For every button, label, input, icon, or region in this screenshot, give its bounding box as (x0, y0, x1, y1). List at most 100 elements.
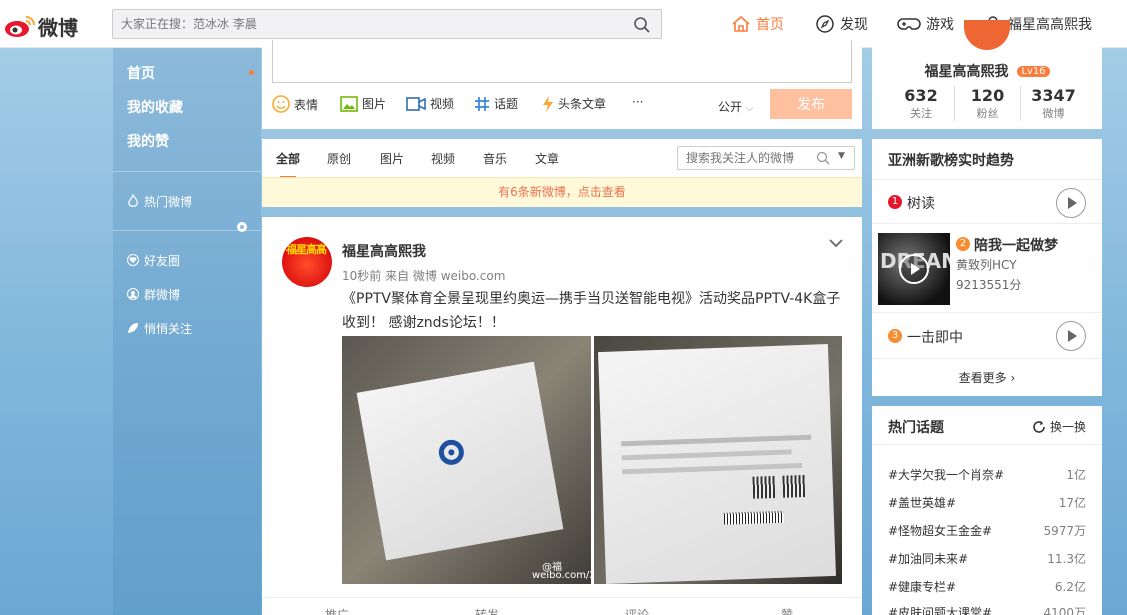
song-artist[interactable]: 黄致列HCY (956, 256, 1017, 273)
sidebar-item-secret[interactable]: 悄悄关注 (113, 311, 261, 345)
tool-video-label: 视频 (430, 97, 455, 111)
topic-row[interactable]: #大学欠我一个肖奈# 1亿 (888, 466, 1086, 483)
feed-tabs: 全部 原创 图片 视频 音乐 文章 ▼ 有6条新微博，点击查看 (262, 139, 862, 207)
tab-articles[interactable]: 文章 (535, 150, 559, 167)
refresh-button[interactable]: 换一换 (1032, 418, 1086, 435)
barcode (723, 510, 785, 525)
stat-followers[interactable]: 120 粉丝 (954, 86, 1020, 121)
hot-topics-title[interactable]: 热门话题 (888, 417, 944, 437)
refresh-icon (1033, 420, 1045, 433)
topic-row[interactable]: #加油同未来# 11.3亿 (888, 550, 1086, 567)
nav-games-label: 游戏 (926, 17, 954, 33)
tool-video[interactable]: 视频 (406, 95, 454, 112)
song-row[interactable]: 3 一击即中 (872, 312, 1102, 358)
music-chart-title[interactable]: 亚洲新歌榜实时趋势 (888, 150, 1014, 170)
see-more-label: 查看更多 (958, 371, 1007, 385)
caret-down-icon[interactable]: ▼ (838, 151, 845, 161)
topic-row[interactable]: #怪物超女王金金# 5977万 (888, 522, 1086, 539)
song-row[interactable]: 1 树读 (872, 179, 1102, 223)
gear-icon[interactable] (235, 220, 249, 234)
nav-discover[interactable]: 发现 (815, 13, 868, 35)
see-more-link[interactable]: 查看更多 › (872, 358, 1102, 396)
like-button[interactable]: 赞 (712, 606, 862, 615)
post-image-1[interactable]: @福 weibo.com/2 (342, 336, 591, 584)
pptv-logo-icon (438, 439, 464, 465)
topic-name: #加油同未来# (888, 552, 969, 566)
box-text-line (622, 463, 803, 475)
feed-post: 福星高高 福星高高熙我 10秒前 来自 微博 weibo.com 《PPTV聚体… (262, 217, 862, 615)
sidebar-item-likes[interactable]: 我的赞 (113, 125, 261, 159)
search-input[interactable] (121, 15, 621, 33)
video-icon (406, 96, 426, 111)
nav-discover-label: 发现 (840, 17, 868, 33)
topic-count: 5977万 (1043, 524, 1086, 538)
topic-row[interactable]: #健康专栏# 6.2亿 (888, 578, 1086, 595)
promote-button[interactable]: 推广 (262, 606, 412, 615)
profile-avatar[interactable] (964, 20, 1010, 50)
lightning-icon (543, 95, 553, 112)
tool-topic[interactable]: 话题 (474, 95, 518, 112)
play-icon[interactable] (898, 253, 930, 285)
play-icon[interactable] (1056, 321, 1086, 351)
repost-button[interactable]: 转发 (412, 606, 562, 615)
tool-image-label: 图片 (362, 97, 387, 111)
play-icon[interactable] (1056, 188, 1086, 218)
tab-all[interactable]: 全部 (276, 150, 300, 178)
tool-emoji[interactable]: 表情 (272, 95, 318, 113)
new-posts-notice[interactable]: 有6条新微博，点击查看 (262, 177, 862, 207)
profile-card: 福星高高熙我 Lv16 632 关注 120 粉丝 3347 微博 (872, 20, 1102, 129)
stat-following[interactable]: 632 关注 (888, 86, 954, 121)
post-author[interactable]: 福星高高熙我 (342, 241, 426, 261)
avatar-text: 福星高高 (286, 243, 327, 256)
compose-textarea[interactable] (272, 40, 852, 83)
tool-emoji-label: 表情 (294, 97, 319, 112)
profile-name[interactable]: 福星高高熙我 Lv16 (872, 61, 1102, 81)
song-row[interactable]: DREAM 2 陪我一起做梦 黄致列HCY 9213551分 (872, 223, 1102, 312)
topic-name: #健康专栏# (888, 580, 957, 594)
tab-music[interactable]: 音乐 (483, 150, 507, 167)
box-front-image (356, 361, 564, 561)
topic-count: 4100万 (1043, 606, 1086, 615)
level-badge[interactable]: Lv16 (1017, 66, 1050, 77)
sidebar-item-friends[interactable]: 好友圈 (113, 243, 261, 277)
post-time[interactable]: 10秒前 来自 微博 weibo.com (342, 267, 505, 284)
tool-article[interactable]: 头条文章 (542, 95, 606, 112)
watermark: weibo.com/2 (532, 570, 591, 581)
author-avatar[interactable]: 福星高高 (282, 237, 332, 287)
topic-row[interactable]: #皮肤问题大课堂# 4100万 (888, 604, 1086, 615)
chevron-down-icon[interactable] (828, 237, 844, 249)
tab-original[interactable]: 原创 (327, 150, 351, 167)
home-icon (732, 15, 750, 32)
sidebar-item-favorites[interactable]: 我的收藏 (113, 91, 261, 125)
topic-name: #怪物超女王金金# (888, 524, 993, 538)
search-icon[interactable] (633, 16, 651, 34)
comment-button[interactable]: 评论 (562, 606, 712, 615)
sidebar-item-hot[interactable]: 热门微博 (113, 184, 261, 218)
tab-images[interactable]: 图片 (380, 150, 404, 167)
search-icon[interactable] (816, 151, 830, 165)
nav-home-label: 首页 (756, 17, 784, 33)
nav-home[interactable]: 首页 (731, 13, 784, 35)
stat-following-label: 关注 (910, 107, 932, 120)
following-search-input[interactable] (686, 151, 806, 165)
weibo-logo[interactable]: 微博 (4, 8, 84, 40)
stat-posts[interactable]: 3347 微博 (1020, 86, 1086, 121)
post-actions: 推广 转发 评论 赞 (262, 597, 862, 615)
leaf-icon (128, 323, 138, 333)
sidebar-item-group[interactable]: 群微博 (113, 277, 261, 311)
stat-posts-label: 微博 (1042, 107, 1065, 120)
tool-image[interactable]: 图片 (340, 95, 386, 112)
visibility-select[interactable]: 公开 ⌵ (718, 98, 753, 115)
post-image-2[interactable] (594, 336, 842, 584)
nav-games[interactable]: 游戏 (897, 13, 954, 35)
publish-button[interactable]: 发布 (770, 89, 852, 119)
image-icon (340, 95, 358, 112)
rank-badge: 1 (888, 195, 902, 209)
nav-user-label: 福星高高熙我 (1008, 17, 1092, 33)
hot-topics-card: 热门话题 换一换 #大学欠我一个肖奈# 1亿 #盖世英雄# 17亿 #怪物超女王金金… (872, 406, 1102, 615)
tab-videos[interactable]: 视频 (431, 150, 455, 167)
topic-row[interactable]: #盖世英雄# 17亿 (888, 494, 1086, 511)
flame-icon (128, 194, 138, 207)
more-tools-button[interactable]: ··· (632, 95, 643, 109)
sidebar-item-home[interactable]: 首页 (113, 57, 261, 91)
